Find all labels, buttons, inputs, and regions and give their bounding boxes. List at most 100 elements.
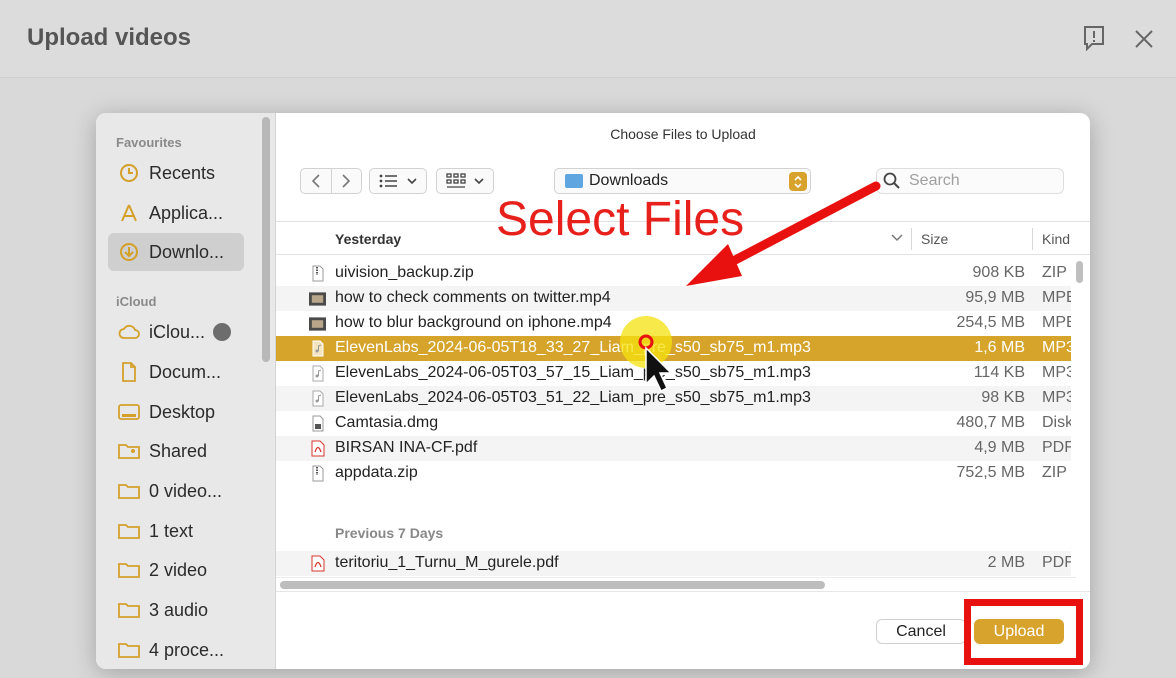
file-name: ElevenLabs_2024-06-05T18_33_27_Liam_pre_… [335,339,811,356]
applications-icon [118,202,140,224]
file-kind: MP3 [1042,364,1071,381]
folder-icon [118,480,140,502]
sidebar-item-downloads[interactable]: Downlo... [108,233,244,271]
file-row[interactable]: teritoriu_1_Turnu_M_gurele.pdf 2 MB PDF [276,551,1071,576]
cancel-button[interactable]: Cancel [876,619,966,644]
sidebar-item-folder-1-text[interactable]: 1 text [108,512,244,550]
scrollbar-thumb[interactable] [1076,261,1083,283]
file-name: how to check comments on twitter.mp4 [335,289,611,306]
close-icon[interactable] [1133,28,1155,50]
sidebar-item-icloud-drive[interactable]: iClou... [108,313,244,351]
file-row[interactable]: BIRSAN INA-CF.pdf 4,9 MB PDF [276,436,1071,461]
file-row-selected[interactable]: ElevenLabs_2024-06-05T18_33_27_Liam_pre_… [276,336,1071,361]
sidebar: Favourites Recents Applica... Downlo... … [96,113,276,669]
sidebar-section-icloud: iCloud [116,294,157,309]
search-input[interactable] [909,172,1049,190]
scrollbar-thumb[interactable] [280,581,825,589]
file-kind: Disk [1042,414,1071,431]
zip-icon [309,265,326,282]
sidebar-item-label: 2 video [149,559,208,580]
navigation-buttons [300,168,362,194]
document-icon [118,361,140,383]
size-column-header[interactable]: Size [921,231,948,247]
file-name: Camtasia.dmg [335,414,439,431]
file-row[interactable]: Camtasia.dmg 480,7 MB Disk [276,411,1071,436]
annotation-text: Select Files [496,193,745,246]
sidebar-item-folder-0-video[interactable]: 0 video... [108,472,244,510]
sidebar-item-folder-2-video[interactable]: 2 video [108,551,244,589]
file-row[interactable]: uivision_backup.zip 908 KB ZIP [276,261,1071,286]
vertical-scrollbar[interactable] [1074,259,1084,577]
clock-icon [118,162,140,184]
sidebar-item-label: 0 video... [149,480,223,501]
folder-icon [118,599,140,621]
page-header: Upload videos [0,0,1176,78]
up-down-chevron-icon [789,172,807,191]
location-dropdown[interactable]: Downloads [554,168,811,194]
sidebar-item-label: Downlo... [149,241,225,262]
file-kind: PDF [1042,439,1071,456]
sidebar-item-label: 4 proce... [149,639,225,660]
chevron-down-icon[interactable] [891,232,903,242]
divider [276,591,1090,592]
horizontal-scrollbar[interactable] [276,577,1076,591]
sidebar-item-recents[interactable]: Recents [108,154,244,192]
column-divider [911,228,912,250]
sidebar-item-label: 3 audio [149,599,209,620]
sidebar-item-applications[interactable]: Applica... [108,194,244,232]
disk-image-icon [309,415,326,432]
file-size: 1,6 MB [974,339,1025,356]
sidebar-item-label: 1 text [149,520,194,541]
file-kind: MP3 [1042,339,1071,356]
search-box[interactable] [876,168,1064,194]
zip-icon [309,465,326,482]
file-name: ElevenLabs_2024-06-05T03_57_15_Liam_pre_… [335,364,811,381]
pdf-icon [309,555,326,572]
sidebar-scrollbar[interactable] [262,117,270,362]
feedback-icon[interactable] [1083,25,1105,52]
forward-button[interactable] [332,169,362,193]
file-name: teritoriu_1_Turnu_M_gurele.pdf [335,554,559,571]
page-title: Upload videos [27,24,192,51]
dialog-title: Choose Files to Upload [610,126,756,142]
file-name: how to blur background on iphone.mp4 [335,314,612,331]
file-row[interactable]: appdata.zip 752,5 MB ZIP [276,461,1071,486]
file-name: BIRSAN INA-CF.pdf [335,439,478,456]
pdf-icon [309,440,326,457]
sidebar-item-documents[interactable]: Docum... [108,353,244,391]
sidebar-item-folder-3-audio[interactable]: 3 audio [108,591,244,629]
file-row[interactable]: how to check comments on twitter.mp4 95,… [276,286,1071,311]
sidebar-item-shared[interactable]: Shared [108,432,244,470]
file-row[interactable]: ElevenLabs_2024-06-05T03_57_15_Liam_pre_… [276,361,1071,386]
file-size: 480,7 MB [956,414,1025,431]
chevron-right-icon [342,174,351,188]
sidebar-item-folder-4-process[interactable]: 4 proce... [108,631,244,669]
name-column-header[interactable]: Yesterday [335,231,401,247]
file-size: 98 KB [981,389,1025,406]
chevron-left-icon [311,174,320,188]
back-button[interactable] [301,169,331,193]
file-row[interactable]: ElevenLabs_2024-06-05T03_51_22_Liam_pre_… [276,386,1071,411]
search-icon [883,172,900,189]
sidebar-item-label: Shared [149,440,208,461]
sidebar-item-desktop[interactable]: Desktop [108,393,244,431]
column-divider [1032,228,1033,250]
kind-column-header[interactable]: Kind [1042,231,1070,247]
grid-icon [446,173,466,188]
folder-icon [118,559,140,581]
chevron-down-icon [407,178,417,185]
sidebar-section-favourites: Favourites [116,135,182,150]
file-list: uivision_backup.zip 908 KB ZIP how to ch… [276,261,1071,577]
location-label: Downloads [589,172,669,189]
video-thumbnail-icon [309,315,326,332]
sidebar-item-label: iClou... [149,321,206,342]
file-size: 254,5 MB [956,314,1025,331]
file-kind: ZIP [1042,464,1067,481]
file-name: ElevenLabs_2024-06-05T03_51_22_Liam_pre_… [335,389,811,406]
grid-view-button[interactable] [436,168,494,194]
file-size: 752,5 MB [956,464,1025,481]
file-row[interactable]: how to blur background on iphone.mp4 254… [276,311,1071,336]
list-view-button[interactable] [369,168,427,194]
file-size: 95,9 MB [965,289,1025,306]
file-name: appdata.zip [335,464,418,481]
